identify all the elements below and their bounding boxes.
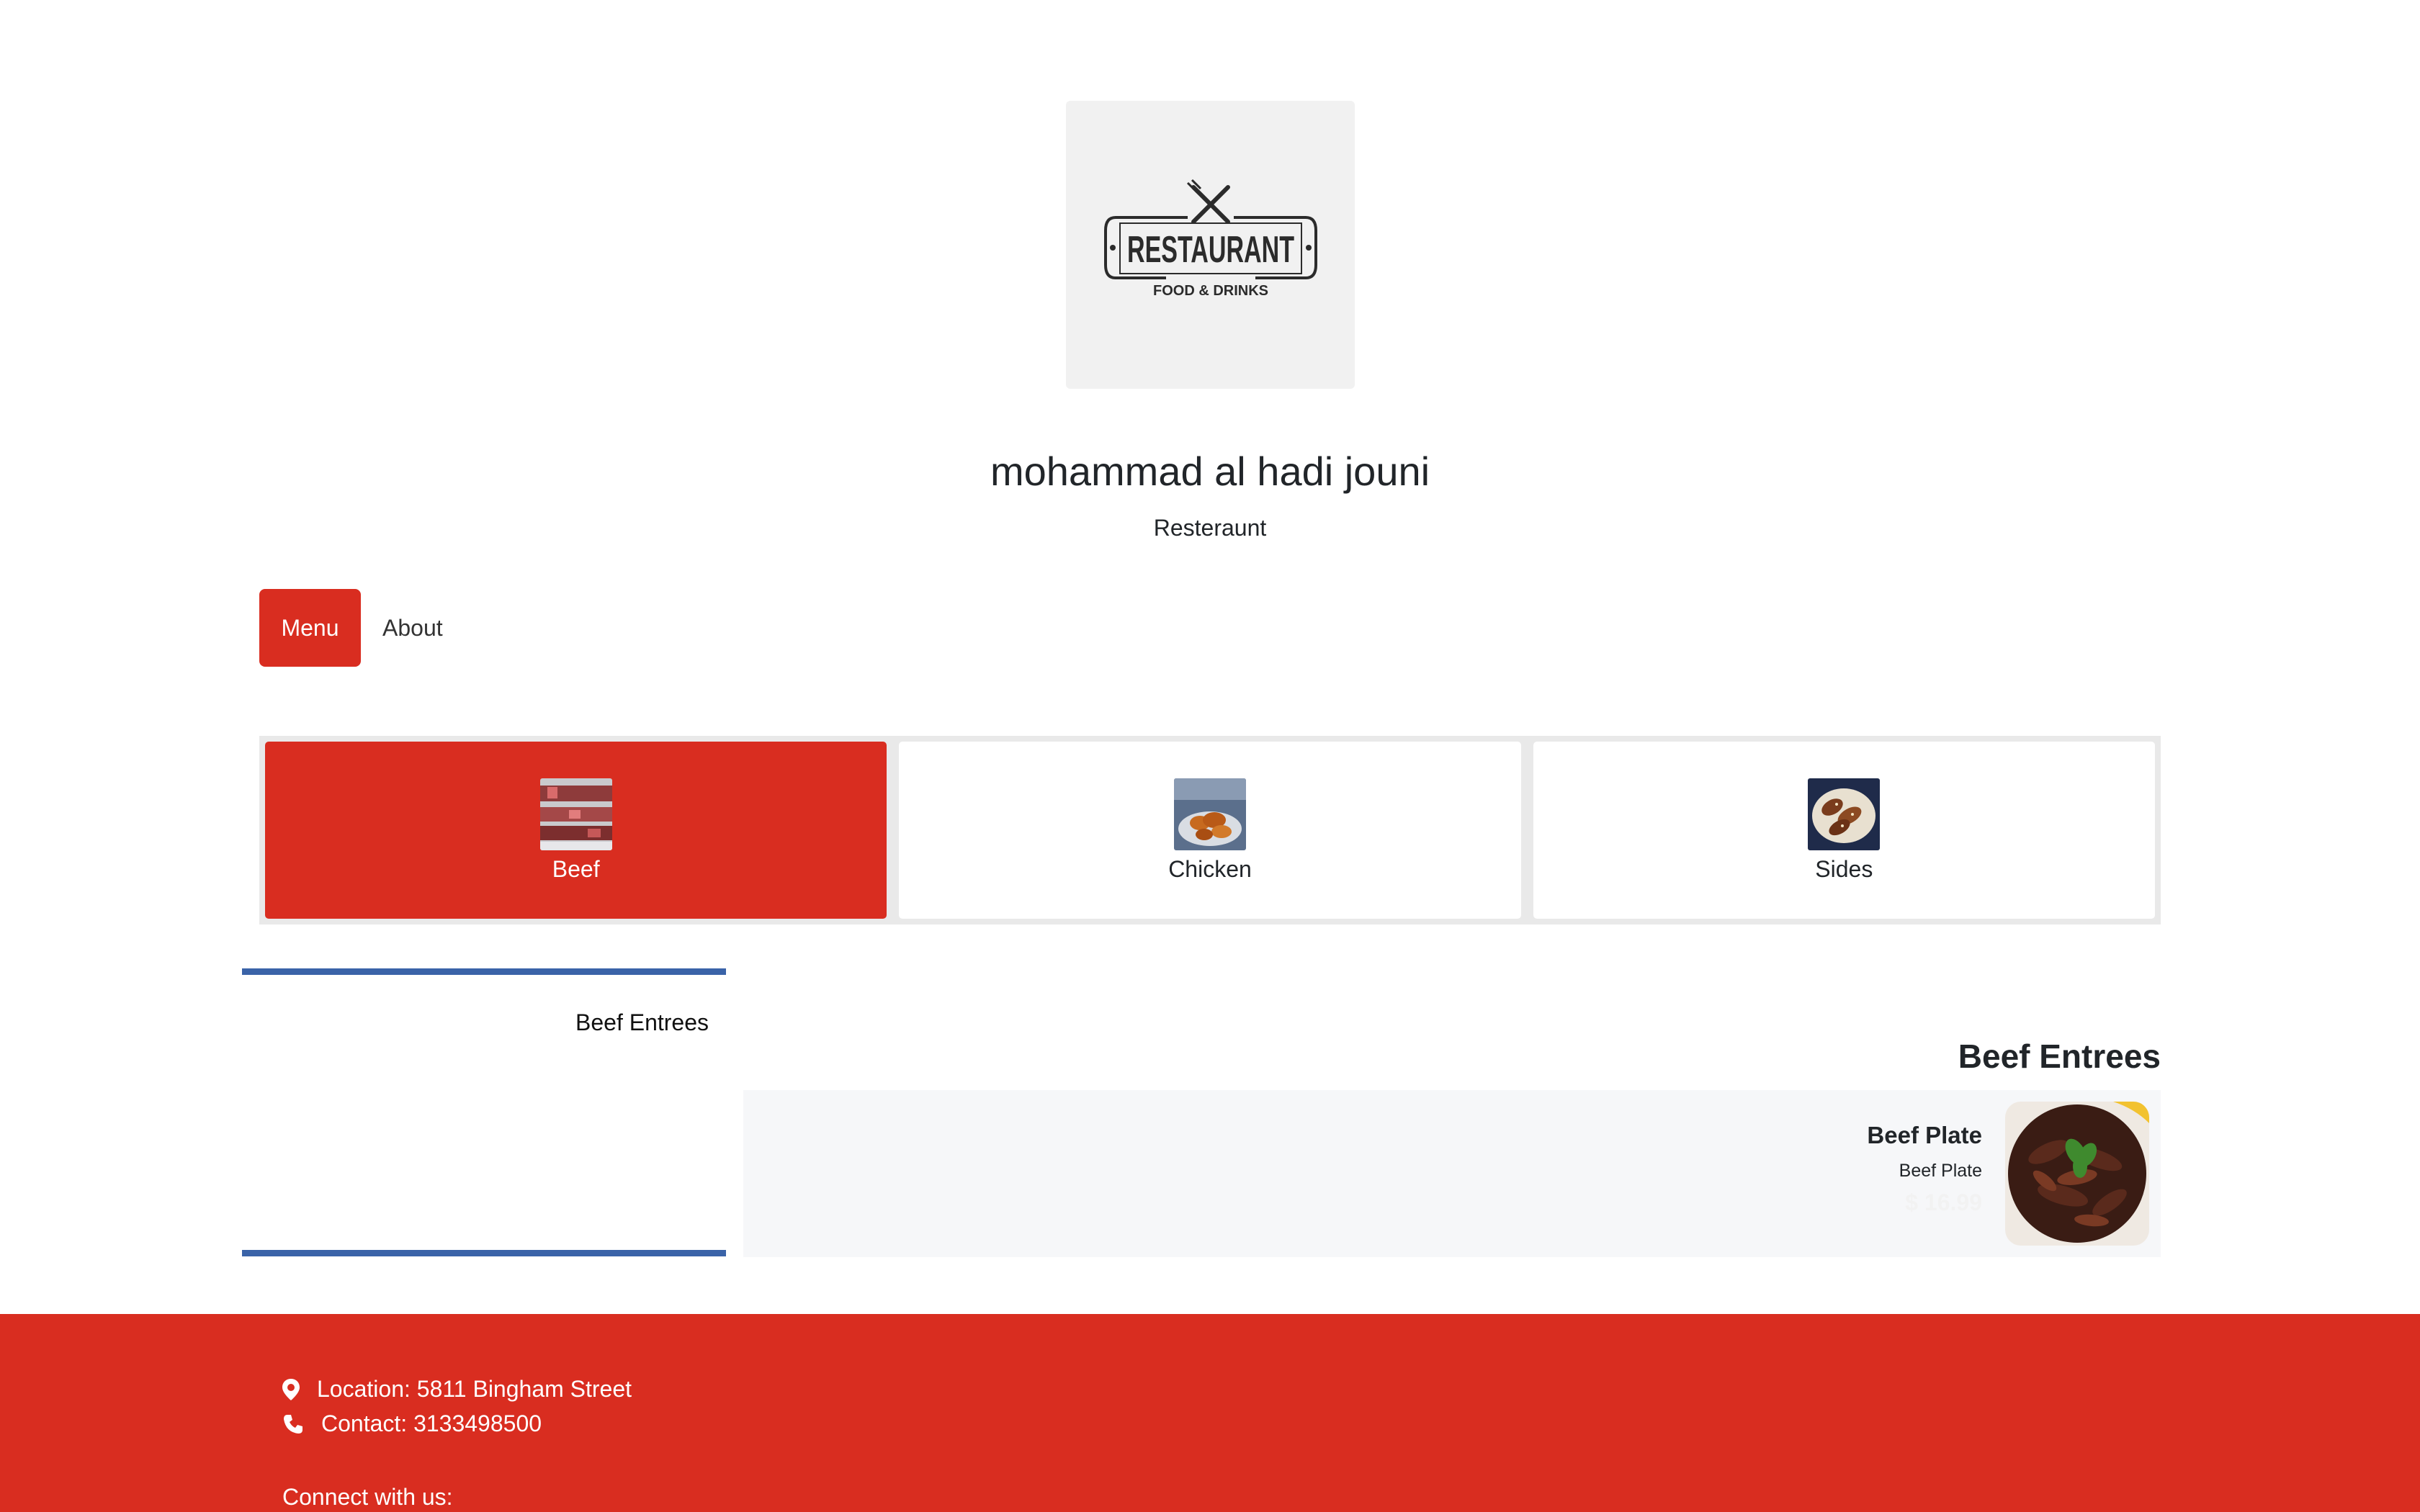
category-chicken[interactable]: Chicken (899, 742, 1521, 919)
category-strip: Beef Chicken Sides (259, 736, 2161, 924)
footer-location: Location: 5811 Bingham Street (282, 1376, 632, 1403)
category-sides[interactable]: Sides (1533, 742, 2155, 919)
chicken-thumbnail (1173, 778, 1246, 850)
menu-item-photo (2005, 1102, 2149, 1246)
menu-item-card[interactable]: Beef Plate Beef Plate $ 16.99 (743, 1090, 2161, 1257)
menu-item-price: $ 16.99 (1905, 1189, 1982, 1215)
svg-text:RESTAURANT: RESTAURANT (1127, 229, 1294, 271)
sidebar-item-beef-entrees[interactable]: Beef Entrees (575, 1009, 709, 1036)
section-title: Beef Entrees (1958, 1038, 2161, 1075)
category-label: Chicken (1168, 855, 1252, 882)
category-label: Sides (1815, 855, 1873, 882)
menu-item-description: Beef Plate (1899, 1161, 1982, 1181)
sides-thumbnail (1808, 778, 1881, 850)
category-beef[interactable]: Beef (265, 742, 887, 919)
footer-contact-text: Contact: 3133498500 (321, 1410, 542, 1436)
footer-contact: Contact: 3133498500 (282, 1410, 542, 1437)
restaurant-logo-image: RESTAURANT FOOD & DRINKS (1103, 179, 1317, 299)
category-label: Beef (552, 855, 600, 882)
footer-connect-text: Connect with us: (282, 1484, 453, 1510)
site-footer: Location: 5811 Bingham Street Contact: 3… (0, 1314, 2420, 1512)
phone-icon (284, 1414, 302, 1434)
menu-tab[interactable]: Menu (259, 589, 361, 667)
business-name: mohammad al hadi jouni (990, 449, 1430, 494)
top-nav: Menu About (259, 589, 465, 667)
beef-thumbnail (539, 778, 612, 850)
menu-item-name: Beef Plate (1867, 1122, 1982, 1148)
map-pin-icon (282, 1378, 300, 1400)
svg-text:FOOD & DRINKS: FOOD & DRINKS (1153, 283, 1268, 299)
about-tab[interactable]: About (361, 589, 465, 667)
section-sidebar: Beef Entrees (242, 968, 726, 1256)
restaurant-logo: RESTAURANT FOOD & DRINKS (1066, 101, 1355, 389)
footer-location-text: Location: 5811 Bingham Street (317, 1376, 632, 1402)
business-type: Resteraunt (1153, 515, 1267, 541)
footer-connect: Connect with us: (282, 1484, 453, 1511)
